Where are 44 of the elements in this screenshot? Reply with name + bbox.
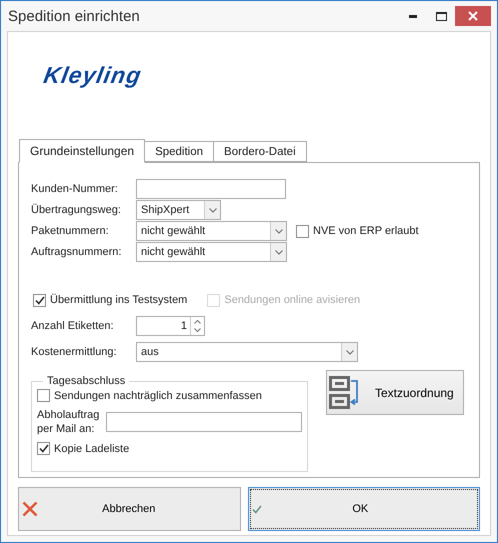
dropdown[interactable]: aus [136, 342, 358, 362]
dropdown[interactable]: nicht gewählt [136, 242, 287, 262]
tab[interactable]: Spedition [144, 141, 214, 162]
input-field[interactable] [136, 179, 286, 199]
checkbox[interactable] [37, 442, 50, 455]
close-button[interactable] [455, 6, 491, 26]
checkbox-label[interactable]: Sendungen nachträglich zusammenfassen [37, 389, 307, 402]
field-label: Kunden-Nummer: [31, 183, 119, 195]
spin-arrows-icon[interactable] [194, 319, 201, 333]
checkbox[interactable] [296, 224, 309, 238]
chevron-down-icon [346, 350, 354, 354]
field-label: Übertragungsweg: [31, 204, 122, 216]
chevron-down-icon [208, 208, 216, 212]
check-icon [38, 444, 48, 453]
cancel-button[interactable]: Abbrechen [18, 487, 241, 531]
tab[interactable]: Grundeinstellungen [19, 139, 146, 163]
maximize-icon [436, 12, 446, 20]
minimize-icon [409, 14, 417, 18]
check-icon [252, 504, 262, 514]
checkbox-label[interactable]: Übermittlung ins Testsystem [33, 294, 188, 306]
close-icon [22, 501, 38, 517]
chevron-down-icon [274, 228, 282, 234]
window-title: Spedition einrichten [8, 8, 141, 24]
input-field[interactable] [106, 412, 302, 432]
field-label: Paketnummern: [31, 225, 110, 237]
close-icon [468, 11, 478, 21]
field-label: Abholauftrag per Mail an: [37, 408, 100, 436]
check-icon [34, 296, 44, 304]
tab[interactable]: Bordero-Datei [213, 141, 307, 162]
field-label: Anzahl Etiketten: [31, 320, 115, 332]
field-label: Kostenermittlung: [31, 346, 118, 358]
text-mapping-button[interactable]: Textzuordnung [326, 370, 464, 415]
spinner-field[interactable]: 1 [136, 316, 205, 336]
group-title: Tagesabschluss [46, 375, 126, 387]
dropdown[interactable]: nicht gewählt [136, 221, 287, 241]
checkbox-label[interactable]: Kopie Ladeliste [37, 442, 307, 455]
field-label: Auftragsnummern: [31, 246, 122, 258]
logo: Kleyling [42, 62, 144, 89]
checkbox[interactable] [33, 294, 46, 306]
checkbox[interactable] [37, 389, 50, 402]
ok-button[interactable]: OK [248, 487, 480, 531]
chevron-down-icon [274, 250, 282, 254]
dropdown[interactable]: ShipXpert [136, 200, 221, 220]
checkbox-label[interactable]: NVE von ERP erlaubt [296, 224, 419, 238]
